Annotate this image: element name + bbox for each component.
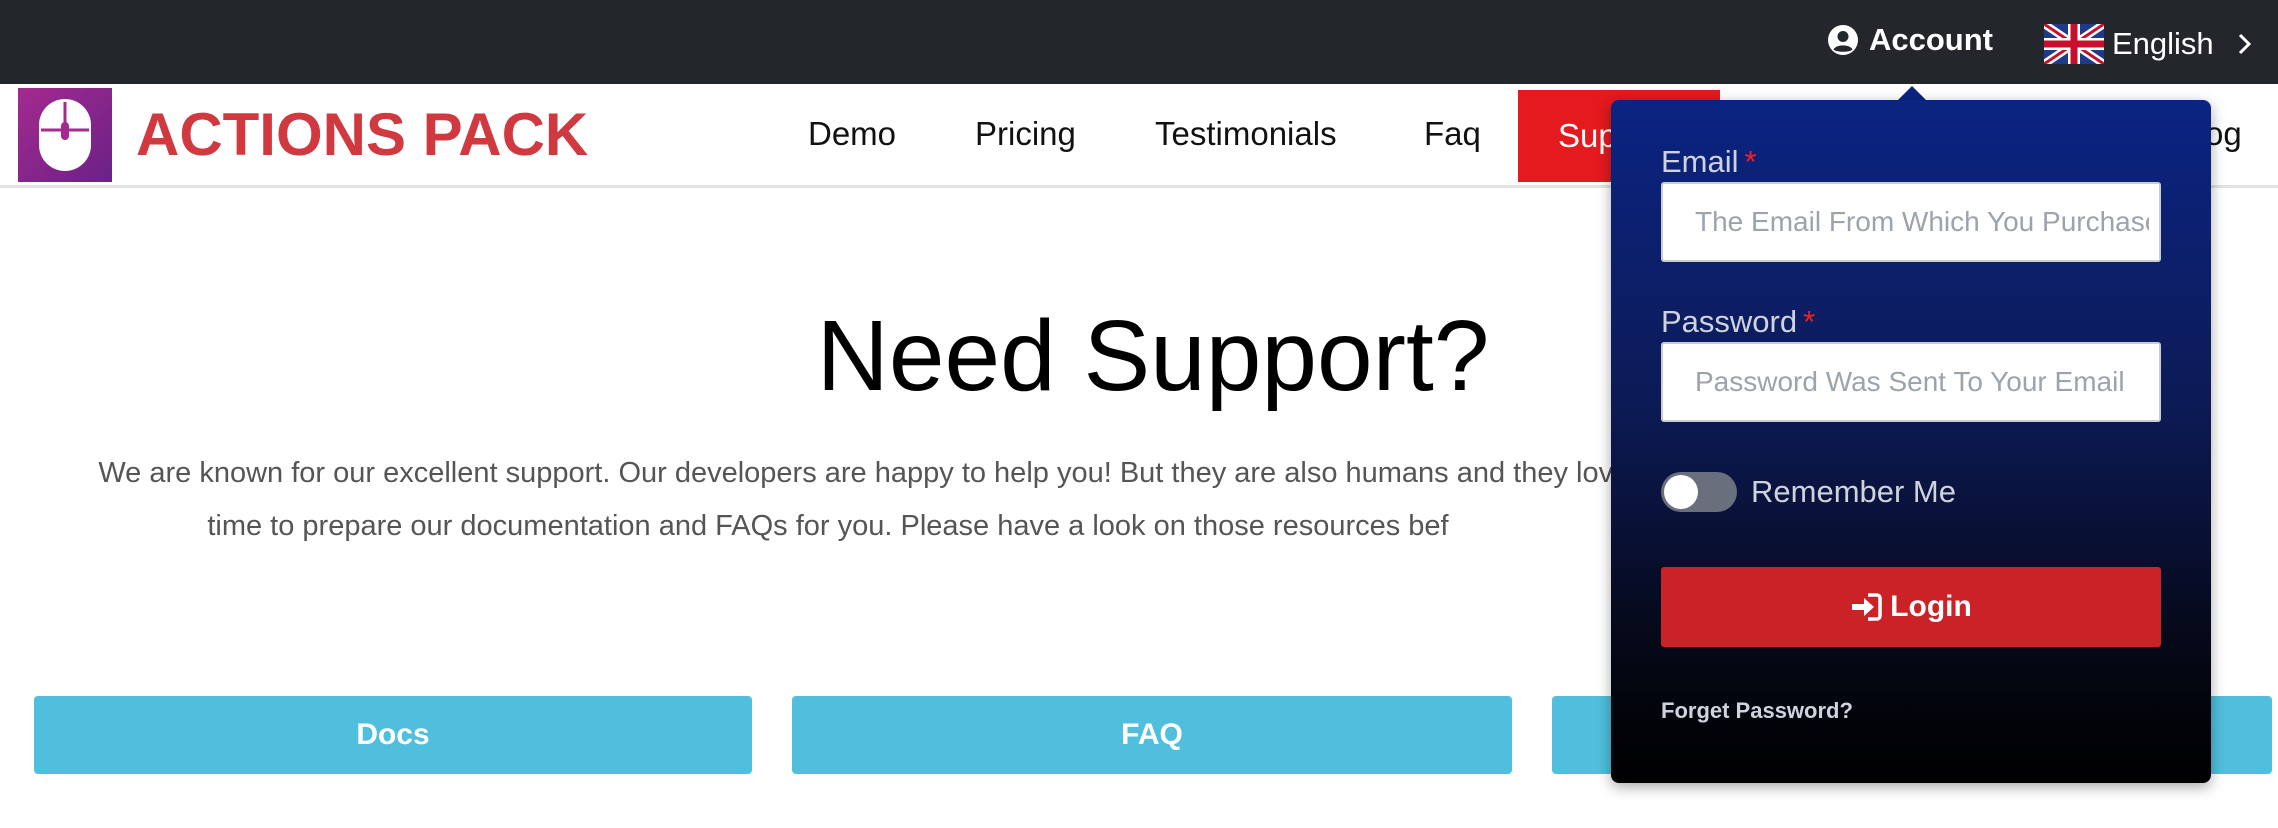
sign-in-icon [1852, 593, 1882, 621]
faq-button[interactable]: FAQ [792, 696, 1512, 774]
remember-me-label: Remember Me [1751, 474, 1956, 509]
mouse-logo-icon [39, 99, 91, 171]
language-label: English [2112, 26, 2214, 61]
password-label: Password * [1661, 304, 1816, 339]
logo[interactable] [18, 88, 112, 182]
forget-password-link[interactable]: Forget Password? [1661, 698, 1853, 724]
hero-line-1: We are known for our excellent support. … [98, 457, 1646, 489]
uk-flag-icon [2044, 24, 2104, 64]
chevron-right-icon [2238, 33, 2251, 55]
remember-me-toggle[interactable] [1661, 472, 1737, 512]
account-label: Account [1869, 22, 1993, 57]
email-label: Email * [1661, 144, 1757, 179]
top-bar: Account English [0, 0, 2278, 84]
account-menu[interactable]: Account [1827, 20, 1993, 60]
brand-name[interactable]: ACTIONS PACK [136, 100, 588, 170]
nav-item-demo[interactable]: Demo [808, 112, 896, 156]
nav-item-pricing[interactable]: Pricing [975, 112, 1076, 156]
user-circle-icon [1828, 25, 1858, 55]
nav-item-faq[interactable]: Faq [1424, 112, 1481, 156]
login-label: Login [1890, 590, 1972, 623]
language-selector[interactable]: English [2044, 22, 2254, 66]
login-button[interactable]: Login [1661, 567, 2161, 647]
email-field[interactable] [1661, 182, 2161, 262]
required-mark: * [1744, 144, 1757, 179]
hero-line-2: time to prepare our documentation and FA… [207, 510, 1449, 542]
login-popup: Email* Password* Remember Me Login Forge… [1611, 100, 2211, 783]
nav-item-testimonials[interactable]: Testimonials [1155, 112, 1337, 156]
password-field[interactable] [1661, 342, 2161, 422]
required-mark: * [1803, 304, 1816, 339]
toggle-knob [1664, 475, 1698, 509]
docs-button[interactable]: Docs [34, 696, 752, 774]
